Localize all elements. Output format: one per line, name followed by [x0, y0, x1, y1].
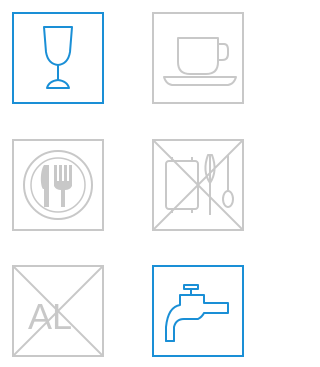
aluminium-icon: AL	[14, 267, 102, 355]
tile-plate[interactable]	[12, 139, 104, 231]
coffee-cup-icon	[163, 37, 237, 86]
tile-tap[interactable]	[152, 265, 244, 357]
tile-aluminium-crossed[interactable]: AL	[12, 265, 104, 357]
wine-glass-icon	[43, 26, 73, 89]
water-tap-icon	[165, 284, 229, 342]
plate-fork-knife-icon	[23, 150, 93, 220]
tile-glass[interactable]	[12, 12, 104, 104]
tile-utensils-crossed[interactable]	[152, 139, 244, 231]
tile-cup[interactable]	[152, 12, 244, 104]
kitchen-utensils-icon	[154, 141, 242, 229]
